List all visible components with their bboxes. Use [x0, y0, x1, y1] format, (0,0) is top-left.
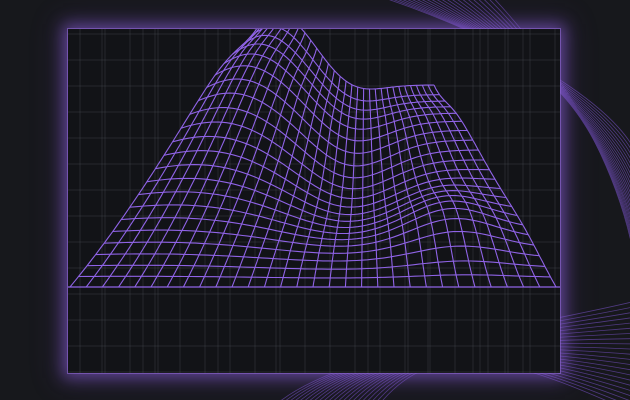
canvas [0, 0, 630, 400]
mesh-line-transverse [223, 53, 457, 130]
wireframe-mesh [68, 29, 560, 288]
mesh-line-transverse [172, 135, 490, 200]
wireframe-panel [68, 29, 560, 373]
mesh-line-longitudinal [85, 29, 260, 288]
mesh-line-transverse [163, 150, 496, 208]
mesh-line-transverse [232, 43, 451, 120]
mesh-line-longitudinal [118, 29, 268, 288]
wireframe-plot [68, 29, 560, 373]
mesh-line-longitudinal [280, 70, 335, 288]
mesh-line-longitudinal [231, 48, 318, 288]
mesh-line-transverse [104, 230, 534, 254]
mesh-line-transverse [138, 191, 512, 229]
